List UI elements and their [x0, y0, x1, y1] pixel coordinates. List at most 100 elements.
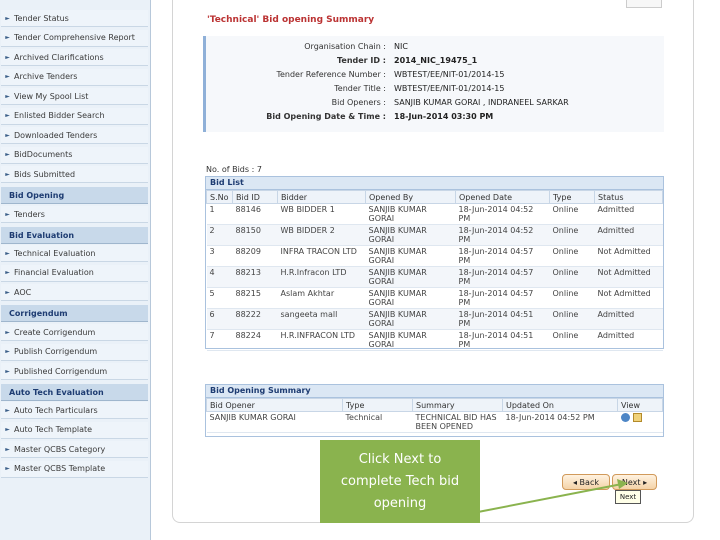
sidebar-item[interactable]: ► Bids Submitted [1, 166, 148, 183]
table-cell: 88209 [232, 245, 278, 267]
sidebar-item[interactable]: ► Publish Corrigendum [1, 343, 148, 361]
column-header: Summary [412, 398, 503, 412]
summary-value: 2014_NIC_19475_1 [394, 56, 478, 65]
table-cell: Admitted [594, 329, 663, 351]
sidebar-item-label: Technical Evaluation [14, 248, 96, 258]
chevron-right-icon: ► [5, 34, 10, 41]
sidebar-item[interactable]: ► Master QCBS Category [1, 441, 148, 458]
sidebar: ► Tender Status ► Tender Comprehensive Repo… [0, 0, 151, 540]
sidebar-item[interactable]: ► Technical Evaluation [1, 245, 148, 262]
chevron-right-icon: ► [5, 249, 10, 257]
sidebar-item[interactable]: ► Downloaded Tenders [1, 127, 148, 144]
sidebar-item[interactable]: ► Master QCBS Template [1, 460, 148, 478]
table-cell: INFRA TRACON LTD [277, 245, 366, 267]
table-cell: Online [549, 245, 595, 267]
sidebar-item-label: Published Corrigendum [14, 366, 108, 376]
table-cell: Online [549, 308, 595, 330]
bid-opening-summary-panel: Bid Opening Summary Bid Opener Type Summar… [205, 384, 664, 437]
top-right-control[interactable] [626, 0, 662, 8]
sidebar-item-label: Tender Status [14, 13, 69, 23]
document-icon[interactable] [632, 413, 642, 422]
table-cell: 18-Jun-2014 04:51 PM [455, 308, 550, 330]
table-cell: sangeeta mall [277, 308, 366, 330]
sidebar-item-label: AOC [14, 287, 32, 297]
table-cell: Admitted [594, 224, 663, 246]
chevron-right-icon: ► [5, 14, 10, 22]
column-header: Type [342, 398, 413, 412]
instruction-callout: Click Next to complete Tech bid opening [320, 440, 480, 523]
chevron-right-icon: ► [5, 367, 10, 375]
chevron-right-icon: ► [5, 131, 10, 139]
back-button[interactable]: ◂ Back [562, 474, 610, 490]
table-cell: Online [549, 287, 595, 309]
sidebar-item[interactable]: ► Create Corrigendum [1, 324, 148, 341]
table-cell: 18-Jun-2014 04:52 PM [502, 411, 618, 433]
bid-list-table: S.No Bid ID Bidder Opened By Opened Date Type… [206, 190, 663, 351]
bid-opening-summary-table: Bid Opener Type Summary Updated On View SANJ… [206, 398, 663, 433]
chevron-right-icon: ► [5, 170, 10, 178]
chevron-right-icon: ► [5, 406, 10, 414]
summary-value: NIC [394, 42, 408, 51]
sidebar-item[interactable]: ► Financial Evaluation [1, 264, 148, 282]
table-cell: 6 [206, 308, 233, 330]
table-cell: Admitted [594, 308, 663, 330]
tender-summary: Organisation Chain : NIC Tender ID : 2014_N… [203, 36, 664, 132]
sidebar-item-label: BidDocuments [14, 150, 73, 159]
table-row: 4 88213 H.R.Infracon LTD SANJIB KUMAR GORAI… [206, 266, 663, 288]
table-cell: Online [549, 329, 595, 351]
chevron-right-icon: ► [5, 210, 10, 218]
summary-row: Tender ID : 2014_NIC_19475_1 [206, 56, 664, 69]
sidebar-item[interactable]: ► Enlisted Bidder Search [1, 107, 148, 125]
callout-line-1: Click Next to [358, 451, 442, 467]
next-tooltip: Next [615, 490, 641, 504]
column-header: View [617, 398, 663, 412]
bid-count: No. of Bids : 7 [206, 165, 262, 174]
sidebar-item[interactable]: ► Auto Tech Particulars [1, 402, 148, 419]
sidebar-item-label: Master QCBS Category [14, 444, 106, 454]
table-cell: 18-Jun-2014 04:57 PM [455, 266, 550, 288]
sidebar-item-label: Archived Clarifications [14, 52, 104, 62]
sidebar-item[interactable]: ► BidDocuments [1, 146, 148, 164]
chevron-right-icon: ► [5, 348, 10, 355]
table-cell: 18-Jun-2014 04:51 PM [455, 329, 550, 351]
table-cell: 18-Jun-2014 04:52 PM [455, 224, 550, 246]
sidebar-item[interactable]: ► Published Corrigendum [1, 363, 148, 380]
sidebar-section-bid-evaluation: Bid Evaluation [1, 227, 148, 244]
table-cell: SANJIB KUMAR GORAI [365, 308, 456, 330]
table-cell: SANJIB KUMAR GORAI [365, 266, 456, 288]
table-cell: Online [549, 266, 595, 288]
sidebar-item[interactable]: ► Tender Status [1, 10, 148, 27]
summary-label: Organisation Chain : [304, 42, 386, 51]
sidebar-item[interactable]: ► AOC [1, 284, 148, 301]
summary-label: Bid Opening Date & Time : [266, 112, 386, 121]
column-header: S.No [206, 190, 233, 204]
sidebar-item[interactable]: ► Archived Clarifications [1, 49, 148, 66]
column-header: Bid Opener [206, 398, 343, 412]
sidebar-item[interactable]: ► Tender Comprehensive Report [1, 29, 148, 47]
summary-row: Tender Reference Number : WBTEST/EE/NIT-0… [206, 70, 664, 83]
table-row: 1 88146 WB BIDDER 1 SANJIB KUMAR GORAI 18-Ju… [206, 203, 663, 225]
table-cell: 3 [206, 245, 233, 267]
table-row: 2 88150 WB BIDDER 2 SANJIB KUMAR GORAI 18-Ju… [206, 224, 663, 246]
sidebar-item[interactable]: ► View My Spool List [1, 88, 148, 105]
table-cell: 88150 [232, 224, 278, 246]
sidebar-item[interactable]: ► Archive Tenders [1, 68, 148, 86]
chevron-right-icon: ► [5, 112, 10, 119]
column-header: Type [549, 190, 595, 204]
table-cell: WB BIDDER 1 [277, 203, 366, 225]
table-cell: Technical [342, 411, 413, 433]
sidebar-item-label: Create Corrigendum [14, 327, 96, 337]
table-cell: 88224 [232, 329, 278, 351]
view-icon[interactable] [620, 413, 630, 422]
table-cell: 1 [206, 203, 233, 225]
next-button[interactable]: Next ▸ [612, 474, 657, 490]
sidebar-item[interactable]: ► Auto Tech Template [1, 421, 148, 439]
summary-row: Tender Title : WBTEST/EE/NIT-01/2014-15 [206, 84, 664, 97]
callout-line-2: complete Tech bid [340, 473, 460, 489]
bid-list-panel: Bid List S.No Bid ID Bidder Opened By Opened… [205, 176, 664, 351]
table-cell: 18-Jun-2014 04:57 PM [455, 245, 550, 267]
sidebar-section-auto-tech: Auto Tech Evaluation [1, 384, 148, 401]
sidebar-item[interactable]: ► Tenders [1, 206, 148, 223]
table-cell: 88215 [232, 287, 278, 309]
table-row: 3 88209 INFRA TRACON LTD SANJIB KUMAR GORAI… [206, 245, 663, 267]
